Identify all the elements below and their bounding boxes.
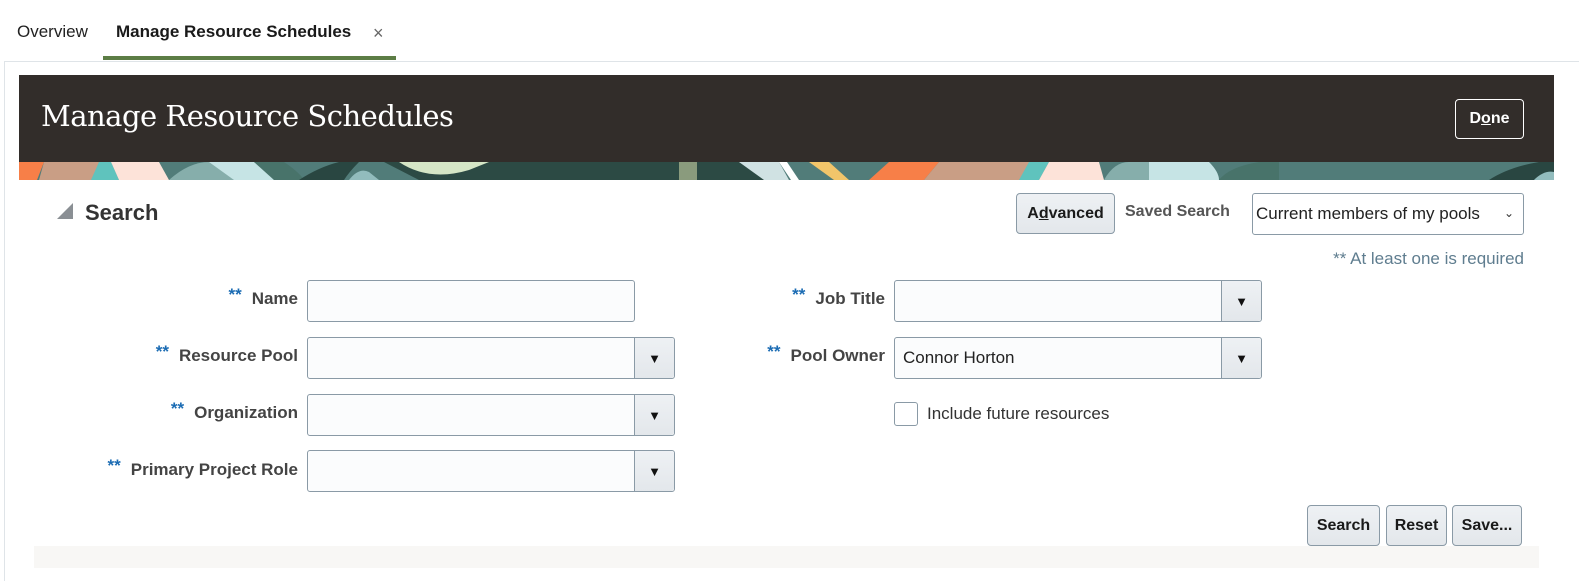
tab-manage-resource-schedules[interactable]: Manage Resource Schedules × xyxy=(103,22,396,62)
done-label-prefix: D xyxy=(1469,110,1482,127)
organization-combo: ▼ xyxy=(307,394,675,436)
name-label-text: Name xyxy=(251,289,298,308)
dropdown-arrow-icon[interactable]: ▼ xyxy=(634,451,674,491)
required-marker: ** xyxy=(228,285,242,304)
reset-button[interactable]: Reset xyxy=(1386,505,1447,546)
search-section-title: Search xyxy=(85,200,159,225)
organization-label-text: Organization xyxy=(194,403,298,422)
advanced-label-prefix: A xyxy=(1027,204,1039,222)
tab-overview[interactable]: Overview xyxy=(17,22,88,62)
chevron-down-icon: ⌄ xyxy=(1503,206,1514,220)
include-future-resources-label[interactable]: Include future resources xyxy=(927,404,1109,424)
tab-label: Manage Resource Schedules xyxy=(116,22,352,41)
saved-search-value: Current members of my pools xyxy=(1256,204,1480,223)
pool-owner-combo: ▼ xyxy=(894,337,1262,379)
required-marker: ** xyxy=(170,399,185,418)
primary-project-role-combo: ▼ xyxy=(307,450,675,492)
advanced-label-mnemonic: d xyxy=(1038,204,1049,222)
pool-owner-label: ** Pool Owner xyxy=(767,342,885,366)
dropdown-arrow-icon[interactable]: ▼ xyxy=(1221,338,1261,378)
done-label-mnemonic: o xyxy=(1481,110,1491,127)
pool-owner-input[interactable] xyxy=(895,338,1221,378)
job-title-label-text: Job Title xyxy=(815,289,885,308)
results-area xyxy=(34,546,1539,568)
required-note: ** At least one is required xyxy=(1333,249,1524,268)
done-label-suffix: ne xyxy=(1490,110,1510,127)
include-future-resources-checkbox[interactable] xyxy=(894,402,918,426)
resource-pool-label: ** Resource Pool xyxy=(156,342,298,366)
page-title: Manage Resource Schedules xyxy=(41,99,454,133)
dropdown-arrow-icon[interactable]: ▼ xyxy=(634,338,674,378)
resource-pool-input[interactable] xyxy=(308,338,634,378)
page-header: Manage Resource Schedules Do ne xyxy=(19,75,1554,162)
required-marker: ** xyxy=(792,285,806,304)
dropdown-arrow-icon[interactable]: ▼ xyxy=(634,395,674,435)
primary-project-role-label-text: Primary Project Role xyxy=(130,460,298,479)
advanced-label-suffix: vanced xyxy=(1048,204,1104,222)
primary-project-role-label: ** Primary Project Role xyxy=(108,456,298,480)
banner-art xyxy=(19,162,1554,180)
decorative-banner xyxy=(19,162,1554,180)
done-button[interactable]: Do ne xyxy=(1455,99,1524,139)
primary-project-role-input[interactable] xyxy=(308,451,634,491)
resource-pool-combo: ▼ xyxy=(307,337,675,379)
saved-search-label: Saved Search xyxy=(1125,203,1230,220)
required-marker: ** xyxy=(767,342,781,361)
name-label: ** Name xyxy=(228,285,298,309)
advanced-button[interactable]: Ad vanced xyxy=(1016,193,1115,234)
organization-label: ** Organization xyxy=(171,399,298,423)
name-input[interactable] xyxy=(307,280,635,322)
close-icon[interactable]: × xyxy=(373,23,384,44)
search-button[interactable]: Search xyxy=(1307,505,1380,546)
resource-pool-label-text: Resource Pool xyxy=(178,346,298,365)
pool-owner-label-text: Pool Owner xyxy=(790,346,885,365)
organization-input[interactable] xyxy=(308,395,634,435)
collapse-triangle-icon[interactable] xyxy=(57,203,73,219)
job-title-input[interactable] xyxy=(895,281,1221,321)
job-title-label: ** Job Title xyxy=(792,285,885,309)
job-title-combo: ▼ xyxy=(894,280,1262,322)
required-marker: ** xyxy=(155,342,169,361)
save-search-button[interactable]: Save... xyxy=(1452,505,1522,546)
dropdown-arrow-icon[interactable]: ▼ xyxy=(1221,281,1261,321)
required-marker: ** xyxy=(107,456,121,475)
tab-bar: Overview Manage Resource Schedules × xyxy=(0,0,1579,62)
saved-search-select[interactable]: Current members of my pools ⌄ xyxy=(1252,193,1524,235)
